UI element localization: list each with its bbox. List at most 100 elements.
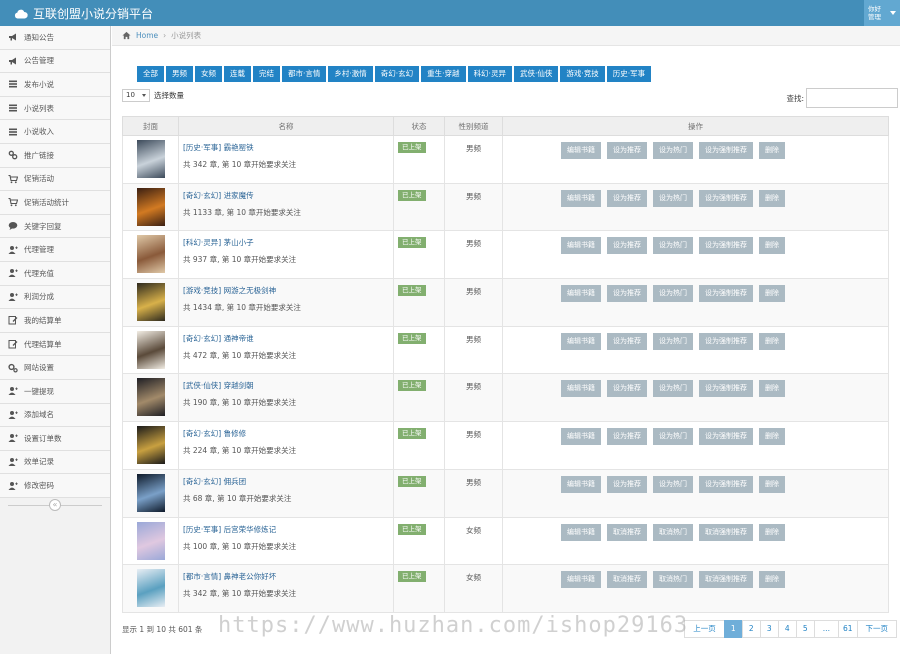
book-title-link[interactable]: [历史·军事] 霸艳罂铁: [183, 142, 393, 153]
sidebar-item[interactable]: 发布小说: [0, 73, 110, 97]
category-button[interactable]: 武侠·仙侠: [513, 66, 559, 82]
sidebar-item[interactable]: 促销活动: [0, 167, 110, 192]
recommend-button[interactable]: 设为推荐: [607, 237, 647, 255]
hot-button[interactable]: 设为热门: [653, 237, 693, 255]
hot-button[interactable]: 设为热门: [653, 475, 693, 493]
category-button[interactable]: 游戏·竞技: [560, 66, 605, 82]
delete-button[interactable]: 删除: [759, 237, 785, 255]
force-recommend-button[interactable]: 设为强制推荐: [699, 332, 753, 350]
sidebar-item[interactable]: 一键提现: [0, 379, 110, 404]
prev-page-button[interactable]: 上一页: [684, 620, 725, 638]
force-recommend-button[interactable]: 设为强制推荐: [699, 189, 753, 207]
sidebar-item[interactable]: 代理充值: [0, 261, 110, 286]
collapse-toggle-icon[interactable]: «: [49, 498, 61, 511]
next-page-button[interactable]: 下一页: [856, 620, 897, 638]
book-title-link[interactable]: [奇幻·玄幻] 进家魔传: [183, 190, 393, 201]
delete-button[interactable]: 删除: [759, 428, 785, 446]
sidebar-item[interactable]: 设置订单数: [0, 427, 110, 451]
page-button[interactable]: 1: [723, 620, 743, 638]
sidebar-item[interactable]: 代理管理: [0, 238, 110, 262]
recommend-button[interactable]: 设为推荐: [607, 142, 647, 159]
book-title-link[interactable]: [游戏·竞技] 网游之无极剑神: [183, 285, 393, 296]
category-button[interactable]: 重生·穿越: [421, 66, 466, 82]
hot-button[interactable]: 设为热门: [653, 380, 693, 398]
category-button[interactable]: 科幻·灵异: [467, 66, 512, 82]
breadcrumb-home[interactable]: Home: [136, 31, 158, 40]
category-button[interactable]: 乡村·激情: [328, 66, 373, 82]
category-button[interactable]: 全部: [137, 66, 164, 82]
page-button[interactable]: 5: [795, 620, 815, 638]
recommend-button[interactable]: 取消推荐: [607, 571, 647, 589]
page-length-select[interactable]: 10: [122, 89, 150, 102]
force-recommend-button[interactable]: 设为强制推荐: [699, 380, 753, 398]
category-button[interactable]: 男频: [166, 66, 193, 82]
page-button[interactable]: 3: [759, 620, 779, 638]
book-title-link[interactable]: [奇幻·玄幻] 鲁修修: [183, 428, 393, 439]
page-button[interactable]: 61: [837, 620, 858, 638]
sidebar-item[interactable]: 公告管理: [0, 49, 110, 74]
sidebar-item[interactable]: 我的结算单: [0, 309, 110, 333]
category-button[interactable]: 连载: [224, 66, 251, 82]
edit-book-button[interactable]: 编辑书籍: [561, 237, 601, 255]
delete-button[interactable]: 删除: [759, 380, 785, 398]
category-button[interactable]: 奇幻·玄幻: [374, 66, 420, 82]
sidebar-item[interactable]: 利润分成: [0, 285, 110, 310]
sidebar-item[interactable]: 效单记录: [0, 450, 110, 475]
force-recommend-button[interactable]: 设为强制推荐: [699, 428, 753, 446]
category-button[interactable]: 完结: [253, 66, 280, 82]
force-recommend-button[interactable]: 取消强制推荐: [699, 523, 753, 541]
delete-button[interactable]: 删除: [759, 332, 785, 350]
hot-button[interactable]: 设为热门: [653, 142, 693, 159]
category-button[interactable]: 都市·言情: [282, 66, 327, 82]
sidebar-item[interactable]: 小说收入: [0, 120, 110, 144]
edit-book-button[interactable]: 编辑书籍: [561, 380, 601, 398]
edit-book-button[interactable]: 编辑书籍: [561, 475, 601, 493]
edit-book-button[interactable]: 编辑书籍: [561, 428, 601, 446]
hot-button[interactable]: 设为热门: [653, 332, 693, 350]
force-recommend-button[interactable]: 设为强制推荐: [699, 142, 753, 159]
edit-book-button[interactable]: 编辑书籍: [561, 285, 601, 303]
book-title-link[interactable]: [奇幻·玄幻] 通神帝谁: [183, 333, 393, 344]
sidebar-item[interactable]: 通知公告: [0, 26, 110, 50]
book-title-link[interactable]: [科幻·灵异] 茅山小子: [183, 237, 393, 248]
recommend-button[interactable]: 设为推荐: [607, 380, 647, 398]
book-title-link[interactable]: [都市·言情] 鼻神老公你好坏: [183, 571, 393, 582]
sidebar-item[interactable]: 代理结算单: [0, 332, 110, 357]
force-recommend-button[interactable]: 设为强制推荐: [699, 285, 753, 303]
delete-button[interactable]: 删除: [759, 142, 785, 159]
delete-button[interactable]: 删除: [759, 285, 785, 303]
category-button[interactable]: 历史·军事: [606, 66, 652, 82]
delete-button[interactable]: 删除: [759, 523, 785, 541]
hot-button[interactable]: 设为热门: [653, 428, 693, 446]
edit-book-button[interactable]: 编辑书籍: [561, 332, 601, 350]
page-button[interactable]: 2: [741, 620, 761, 638]
book-title-link[interactable]: [历史·军事] 后宫荣华修炼记: [183, 524, 393, 535]
recommend-button[interactable]: 取消推荐: [607, 523, 647, 541]
sidebar-item[interactable]: 促销活动统计: [0, 191, 110, 215]
edit-book-button[interactable]: 编辑书籍: [561, 142, 601, 159]
hot-button[interactable]: 设为热门: [653, 189, 693, 207]
hot-button[interactable]: 取消热门: [653, 571, 693, 589]
sidebar-item[interactable]: 小说列表: [0, 96, 110, 121]
edit-book-button[interactable]: 编辑书籍: [561, 571, 601, 589]
recommend-button[interactable]: 设为推荐: [607, 428, 647, 446]
sidebar-item[interactable]: 网站设置: [0, 356, 110, 380]
sidebar-item[interactable]: 修改密码: [0, 474, 110, 498]
book-title-link[interactable]: [武侠·仙侠] 穿越剑朝: [183, 380, 393, 391]
recommend-button[interactable]: 设为推荐: [607, 189, 647, 207]
force-recommend-button[interactable]: 设为强制推荐: [699, 237, 753, 255]
delete-button[interactable]: 删除: [759, 475, 785, 493]
recommend-button[interactable]: 设为推荐: [607, 332, 647, 350]
page-button[interactable]: 4: [777, 620, 797, 638]
brand[interactable]: 互联创盟小说分销平台: [14, 5, 153, 22]
recommend-button[interactable]: 设为推荐: [607, 285, 647, 303]
user-menu[interactable]: 你好 管理: [864, 0, 900, 26]
sidebar-item[interactable]: 添加域名: [0, 403, 110, 428]
force-recommend-button[interactable]: 取消强制推荐: [699, 571, 753, 589]
edit-book-button[interactable]: 编辑书籍: [561, 189, 601, 207]
search-input[interactable]: [806, 88, 898, 108]
force-recommend-button[interactable]: 设为强制推荐: [699, 475, 753, 493]
book-title-link[interactable]: [奇幻·玄幻] 佣兵团: [183, 476, 393, 487]
recommend-button[interactable]: 设为推荐: [607, 475, 647, 493]
sidebar-item[interactable]: 推广链接: [0, 143, 110, 168]
